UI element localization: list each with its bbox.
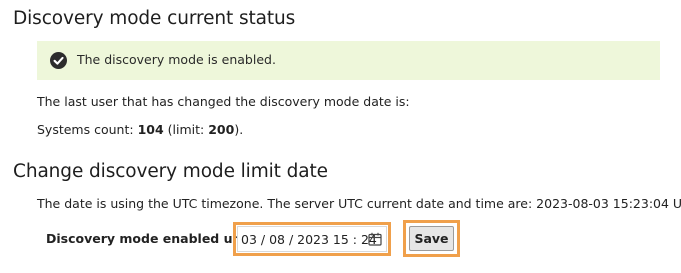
status-alert: The discovery mode is enabled. [37,41,660,80]
limit-close-text: ). [234,122,244,137]
discovery-until-label: Discovery mode enabled until: [46,231,261,246]
last-user-text: The last user that has changed the disco… [37,94,410,109]
calendar-icon[interactable] [368,232,382,246]
date-input-value: 03 / 08 / 2023 15 : 24 [241,232,377,247]
limit-open-text: (limit: [167,122,205,137]
limit-value: 200 [208,122,235,137]
change-section-title: Change discovery mode limit date [13,161,328,182]
status-section-title: Discovery mode current status [13,8,296,29]
check-circle-icon [50,52,67,69]
discovery-until-date-input[interactable]: 03 / 08 / 2023 15 : 24 [237,226,387,252]
save-button[interactable]: Save [409,226,454,251]
status-alert-message: The discovery mode is enabled. [77,52,276,67]
systems-count-value: 104 [137,122,164,137]
systems-count-label: Systems count: [37,122,134,137]
systems-count-line: Systems count: 104 (limit: 200). [37,122,243,137]
timezone-note: The date is using the UTC timezone. The … [37,196,681,211]
